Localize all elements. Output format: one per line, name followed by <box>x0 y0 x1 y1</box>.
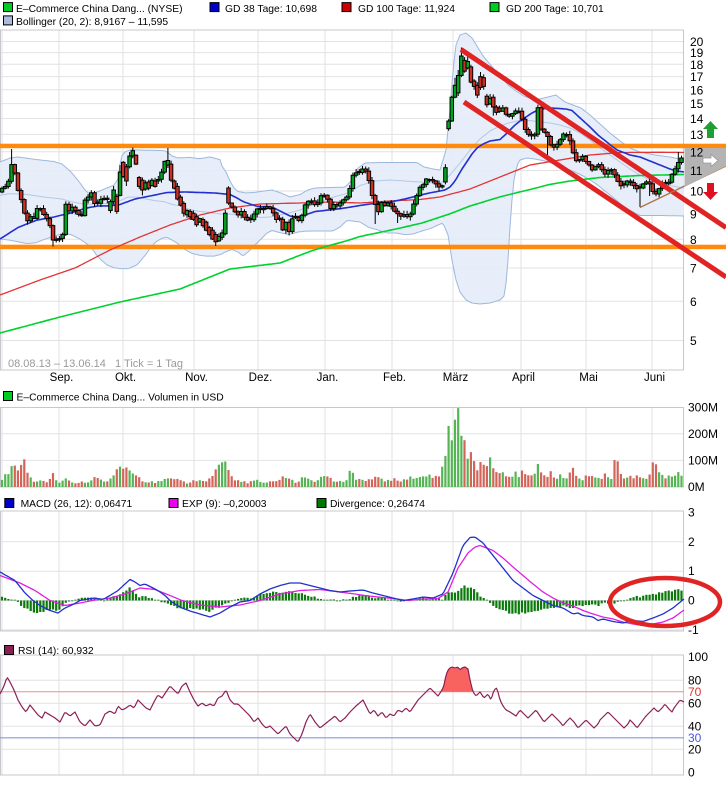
svg-text:15: 15 <box>690 97 704 111</box>
svg-text:1: 1 <box>688 564 695 578</box>
svg-text:9: 9 <box>690 207 697 221</box>
svg-text:14: 14 <box>690 112 704 126</box>
svg-text:MACD (26, 12): 0,06471: MACD (26, 12): 0,06471 <box>21 499 133 510</box>
svg-text:08.08.13 – 13.06.14 1 Tick =: 08.08.13 – 13.06.14 1 Tick = 1 Tag <box>8 358 183 370</box>
svg-text:300M: 300M <box>688 401 718 415</box>
svg-text:60: 60 <box>688 696 702 710</box>
svg-text:20: 20 <box>688 742 702 756</box>
svg-text:-1: -1 <box>688 623 699 637</box>
svg-text:Jan.: Jan. <box>317 372 339 384</box>
svg-text:200M: 200M <box>688 427 718 441</box>
svg-text:EXP (9): –0,20003: EXP (9): –0,20003 <box>182 499 267 510</box>
svg-text:16: 16 <box>690 83 704 97</box>
svg-text:März: März <box>443 372 469 384</box>
svg-text:E–Commerce China Dang... Volum: E–Commerce China Dang... Volumen in USD <box>17 393 224 404</box>
svg-text:0M: 0M <box>688 480 705 494</box>
svg-text:Dez.: Dez. <box>249 372 273 384</box>
svg-text:17: 17 <box>690 70 704 84</box>
svg-text:Sep.: Sep. <box>50 372 74 384</box>
svg-text:20: 20 <box>690 35 704 49</box>
svg-text:Nov.: Nov. <box>185 372 208 384</box>
svg-text:2: 2 <box>688 535 695 549</box>
svg-text:GD 38 Tage: 10,698: GD 38 Tage: 10,698 <box>225 4 317 15</box>
svg-text:12: 12 <box>690 145 704 159</box>
svg-text:8: 8 <box>690 233 697 247</box>
svg-text:7: 7 <box>690 262 697 276</box>
svg-text:GD 200 Tage: 10,701: GD 200 Tage: 10,701 <box>506 4 604 15</box>
svg-text:April: April <box>512 372 535 384</box>
svg-text:RSI (14): 60,932: RSI (14): 60,932 <box>18 646 94 657</box>
svg-text:Juni: Juni <box>644 372 665 384</box>
svg-text:Mai: Mai <box>579 372 598 384</box>
svg-text:Okt.: Okt. <box>115 372 136 384</box>
svg-text:6: 6 <box>690 295 697 309</box>
svg-text:11: 11 <box>690 164 703 178</box>
svg-text:GD 100 Tage: 11,924: GD 100 Tage: 11,924 <box>358 4 455 15</box>
svg-text:100: 100 <box>688 650 708 664</box>
svg-text:Feb.: Feb. <box>383 372 406 384</box>
svg-text:5: 5 <box>690 334 697 348</box>
svg-text:Divergence: 0,26474: Divergence: 0,26474 <box>330 499 425 510</box>
svg-text:0: 0 <box>688 765 695 779</box>
svg-text:E–Commerce China Dang... (NYSE: E–Commerce China Dang... (NYSE) <box>16 4 183 15</box>
svg-text:10: 10 <box>690 185 704 199</box>
svg-text:13: 13 <box>690 128 704 142</box>
svg-text:3: 3 <box>688 505 695 519</box>
svg-text:Bollinger (20, 2): 8,9167 – 11: Bollinger (20, 2): 8,9167 – 11,595 <box>16 17 168 28</box>
svg-text:0: 0 <box>688 594 695 608</box>
svg-text:100M: 100M <box>688 453 718 467</box>
